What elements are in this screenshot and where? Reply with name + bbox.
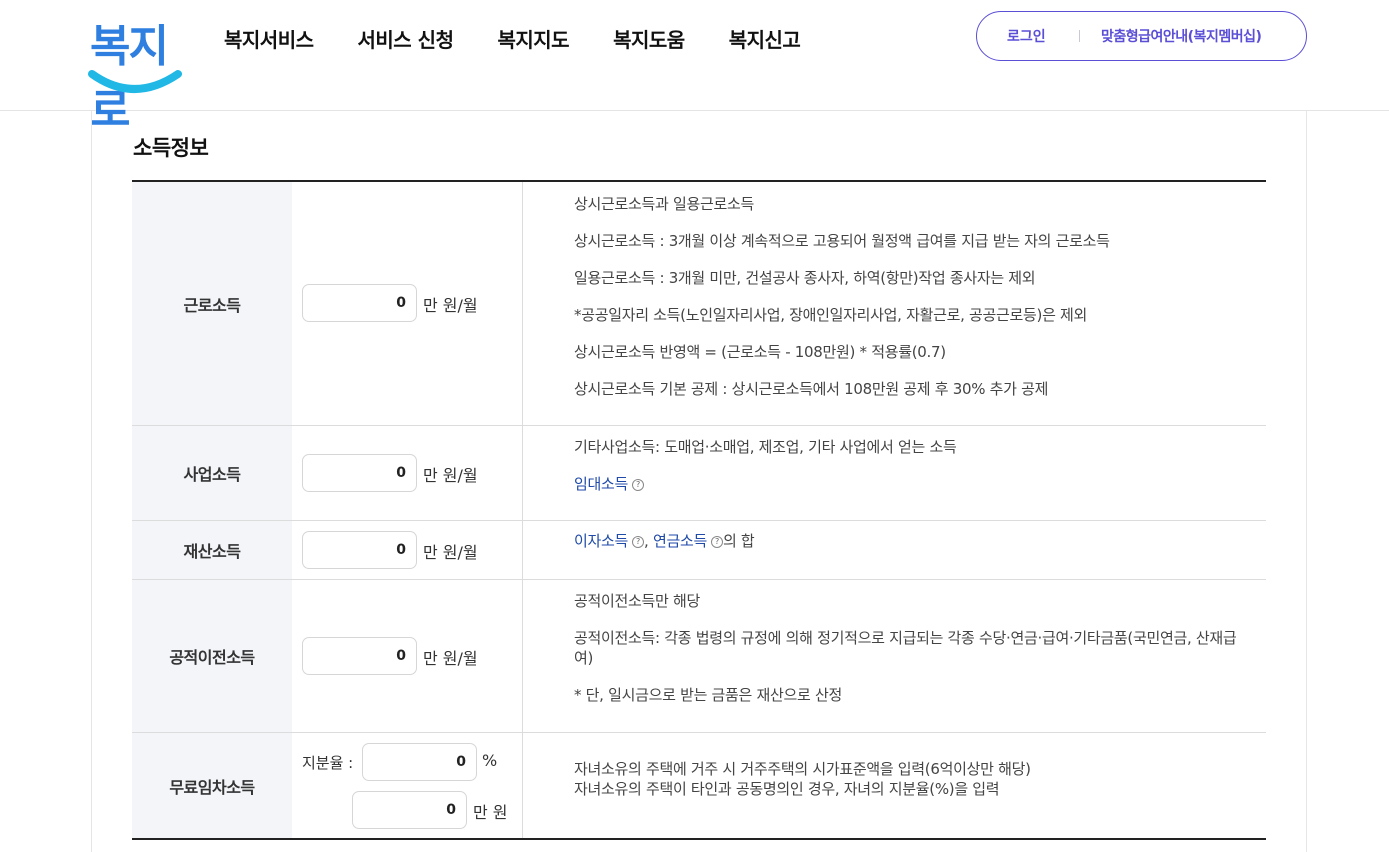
row-label: 근로소득: [132, 182, 292, 425]
logo[interactable]: 복지로: [84, 8, 184, 136]
desc-line: 상시근로소득과 일용근로소득: [574, 195, 754, 213]
pension-income-link[interactable]: 연금소득: [653, 532, 707, 550]
desc-line: 상시근로소득 반영액 = (근로소득 - 108만원) * 적용률(0.7): [574, 343, 946, 361]
property-income-input[interactable]: [302, 531, 417, 569]
unit-label: 만 원/월: [423, 649, 478, 668]
desc-line: * 단, 일시금으로 받는 금품은 재산으로 산정: [574, 686, 842, 704]
input-cell: 만 원/월: [292, 580, 523, 732]
row-label: 공적이전소득: [132, 580, 292, 732]
desc-cell: 이자소득?, 연금소득? 의 합: [523, 521, 1266, 579]
nav-welfare-report[interactable]: 복지신고: [729, 24, 801, 53]
nav-service-apply[interactable]: 서비스 신청: [358, 24, 454, 53]
desc-line: 자녀소유의 주택에 거주 시 거주주택의 시가표준액을 입력(6억이상만 해당): [574, 760, 1031, 778]
row-earned-income: 근로소득 만 원/월 상시근로소득과 일용근로소득 상시근로소득 : 3개월 이…: [132, 182, 1266, 426]
desc-line: 공적이전소득: 각종 법령의 규정에 의해 정기적으로 지급되는 각종 수당·연…: [574, 629, 1237, 667]
row-property-income: 재산소득 만 원/월 이자소득?, 연금소득?의 합: [132, 521, 1266, 580]
rental-income-link[interactable]: 임대소득: [574, 475, 628, 493]
desc-line: 상시근로소득 : 3개월 이상 계속적으로 고용되어 월정액 급여를 지급 받는…: [574, 232, 1110, 250]
business-income-input[interactable]: [302, 454, 417, 492]
desc-cell: 자녀소유의 주택에 거주 시 거주주택의 시가표준액을 입력(6억이상만 해당)…: [523, 733, 1266, 838]
input-cell: 만 원/월: [292, 521, 523, 579]
login-link[interactable]: 로그인: [1007, 26, 1046, 46]
logo-smile-icon: [88, 70, 182, 93]
nav-welfare-service[interactable]: 복지서비스: [224, 24, 314, 53]
rentfree-amount-input[interactable]: [352, 791, 467, 829]
row-rentfree-income: 무료임차소득 지분율 : % 만 원 자녀소유의 주택에 거주 시 거주주택의 …: [132, 733, 1266, 838]
unit-label: 만 원: [473, 803, 508, 822]
earned-income-input[interactable]: [302, 284, 417, 322]
suffix-text: 의 합: [722, 532, 755, 550]
desc-line: 상시근로소득 기본 공제 : 상시근로소득에서 108만원 공제 후 30% 추…: [574, 380, 1049, 398]
nav-welfare-help[interactable]: 복지도움: [613, 24, 685, 53]
desc-cell: 공적이전소득만 해당 공적이전소득: 각종 법령의 규정에 의해 정기적으로 지…: [523, 580, 1266, 732]
desc-line-links: 이자소득?, 연금소득? 의 합: [574, 531, 1254, 551]
separator: ,: [644, 532, 649, 550]
util-divider: [1079, 30, 1080, 42]
input-cell: 만 원/월: [292, 182, 523, 425]
income-table: 근로소득 만 원/월 상시근로소득과 일용근로소득 상시근로소득 : 3개월 이…: [132, 180, 1266, 840]
desc-line: 자녀소유의 주택이 타인과 공동명의인 경우, 자녀의 지분율(%)을 입력: [574, 780, 1000, 798]
unit-label: 만 원/월: [423, 296, 478, 315]
desc-cell: 상시근로소득과 일용근로소득 상시근로소득 : 3개월 이상 계속적으로 고용되…: [523, 182, 1266, 425]
desc-cell: 기타사업소득: 도매업·소매업, 제조업, 기타 사업에서 얻는 소득 임대소득…: [523, 426, 1266, 520]
row-label: 무료임차소득: [132, 733, 292, 838]
row-business-income: 사업소득 만 원/월 기타사업소득: 도매업·소매업, 제조업, 기타 사업에서…: [132, 426, 1266, 521]
input-cell: 지분율 : % 만 원: [292, 733, 523, 838]
unit-label: 만 원/월: [423, 466, 478, 485]
share-label: 지분율 :: [302, 754, 354, 772]
desc-line: 기타사업소득: 도매업·소매업, 제조업, 기타 사업에서 얻는 소득: [574, 438, 957, 456]
util-box: 로그인 맞춤형급여안내(복지멤버십): [976, 11, 1307, 61]
row-label: 재산소득: [132, 521, 292, 579]
desc-line: 일용근로소득 : 3개월 미만, 건설공사 종사자, 하역(항만)작업 종사자는…: [574, 269, 1036, 287]
help-icon[interactable]: ?: [632, 536, 645, 548]
main-nav: 복지서비스 서비스 신청 복지지도 복지도움 복지신고: [224, 24, 844, 53]
input-cell: 만 원/월: [292, 426, 523, 520]
help-icon[interactable]: ?: [710, 536, 723, 548]
desc-line-link: 임대소득?: [574, 474, 1254, 494]
row-transfer-income: 공적이전소득 만 원/월 공적이전소득만 해당 공적이전소득: 각종 법령의 규…: [132, 580, 1266, 733]
row-label: 사업소득: [132, 426, 292, 520]
help-icon[interactable]: ?: [632, 479, 645, 491]
interest-income-link[interactable]: 이자소득: [574, 532, 628, 550]
desc-line: *공공일자리 소득(노인일자리사업, 장애인일자리사업, 자활근로, 공공근로등…: [574, 306, 1088, 324]
membership-link[interactable]: 맞춤형급여안내(복지멤버십): [1101, 26, 1262, 46]
desc-line: 공적이전소득만 해당: [574, 592, 700, 610]
percent-unit: %: [482, 751, 498, 770]
transfer-income-input[interactable]: [302, 637, 417, 675]
share-ratio-input[interactable]: [362, 743, 477, 781]
site-header: 복지로 복지서비스 서비스 신청 복지지도 복지도움 복지신고 로그인 맞춤형급…: [0, 0, 1389, 136]
section-title: 소득정보: [133, 136, 209, 160]
nav-welfare-map[interactable]: 복지지도: [497, 24, 569, 53]
unit-label: 만 원/월: [423, 543, 478, 562]
